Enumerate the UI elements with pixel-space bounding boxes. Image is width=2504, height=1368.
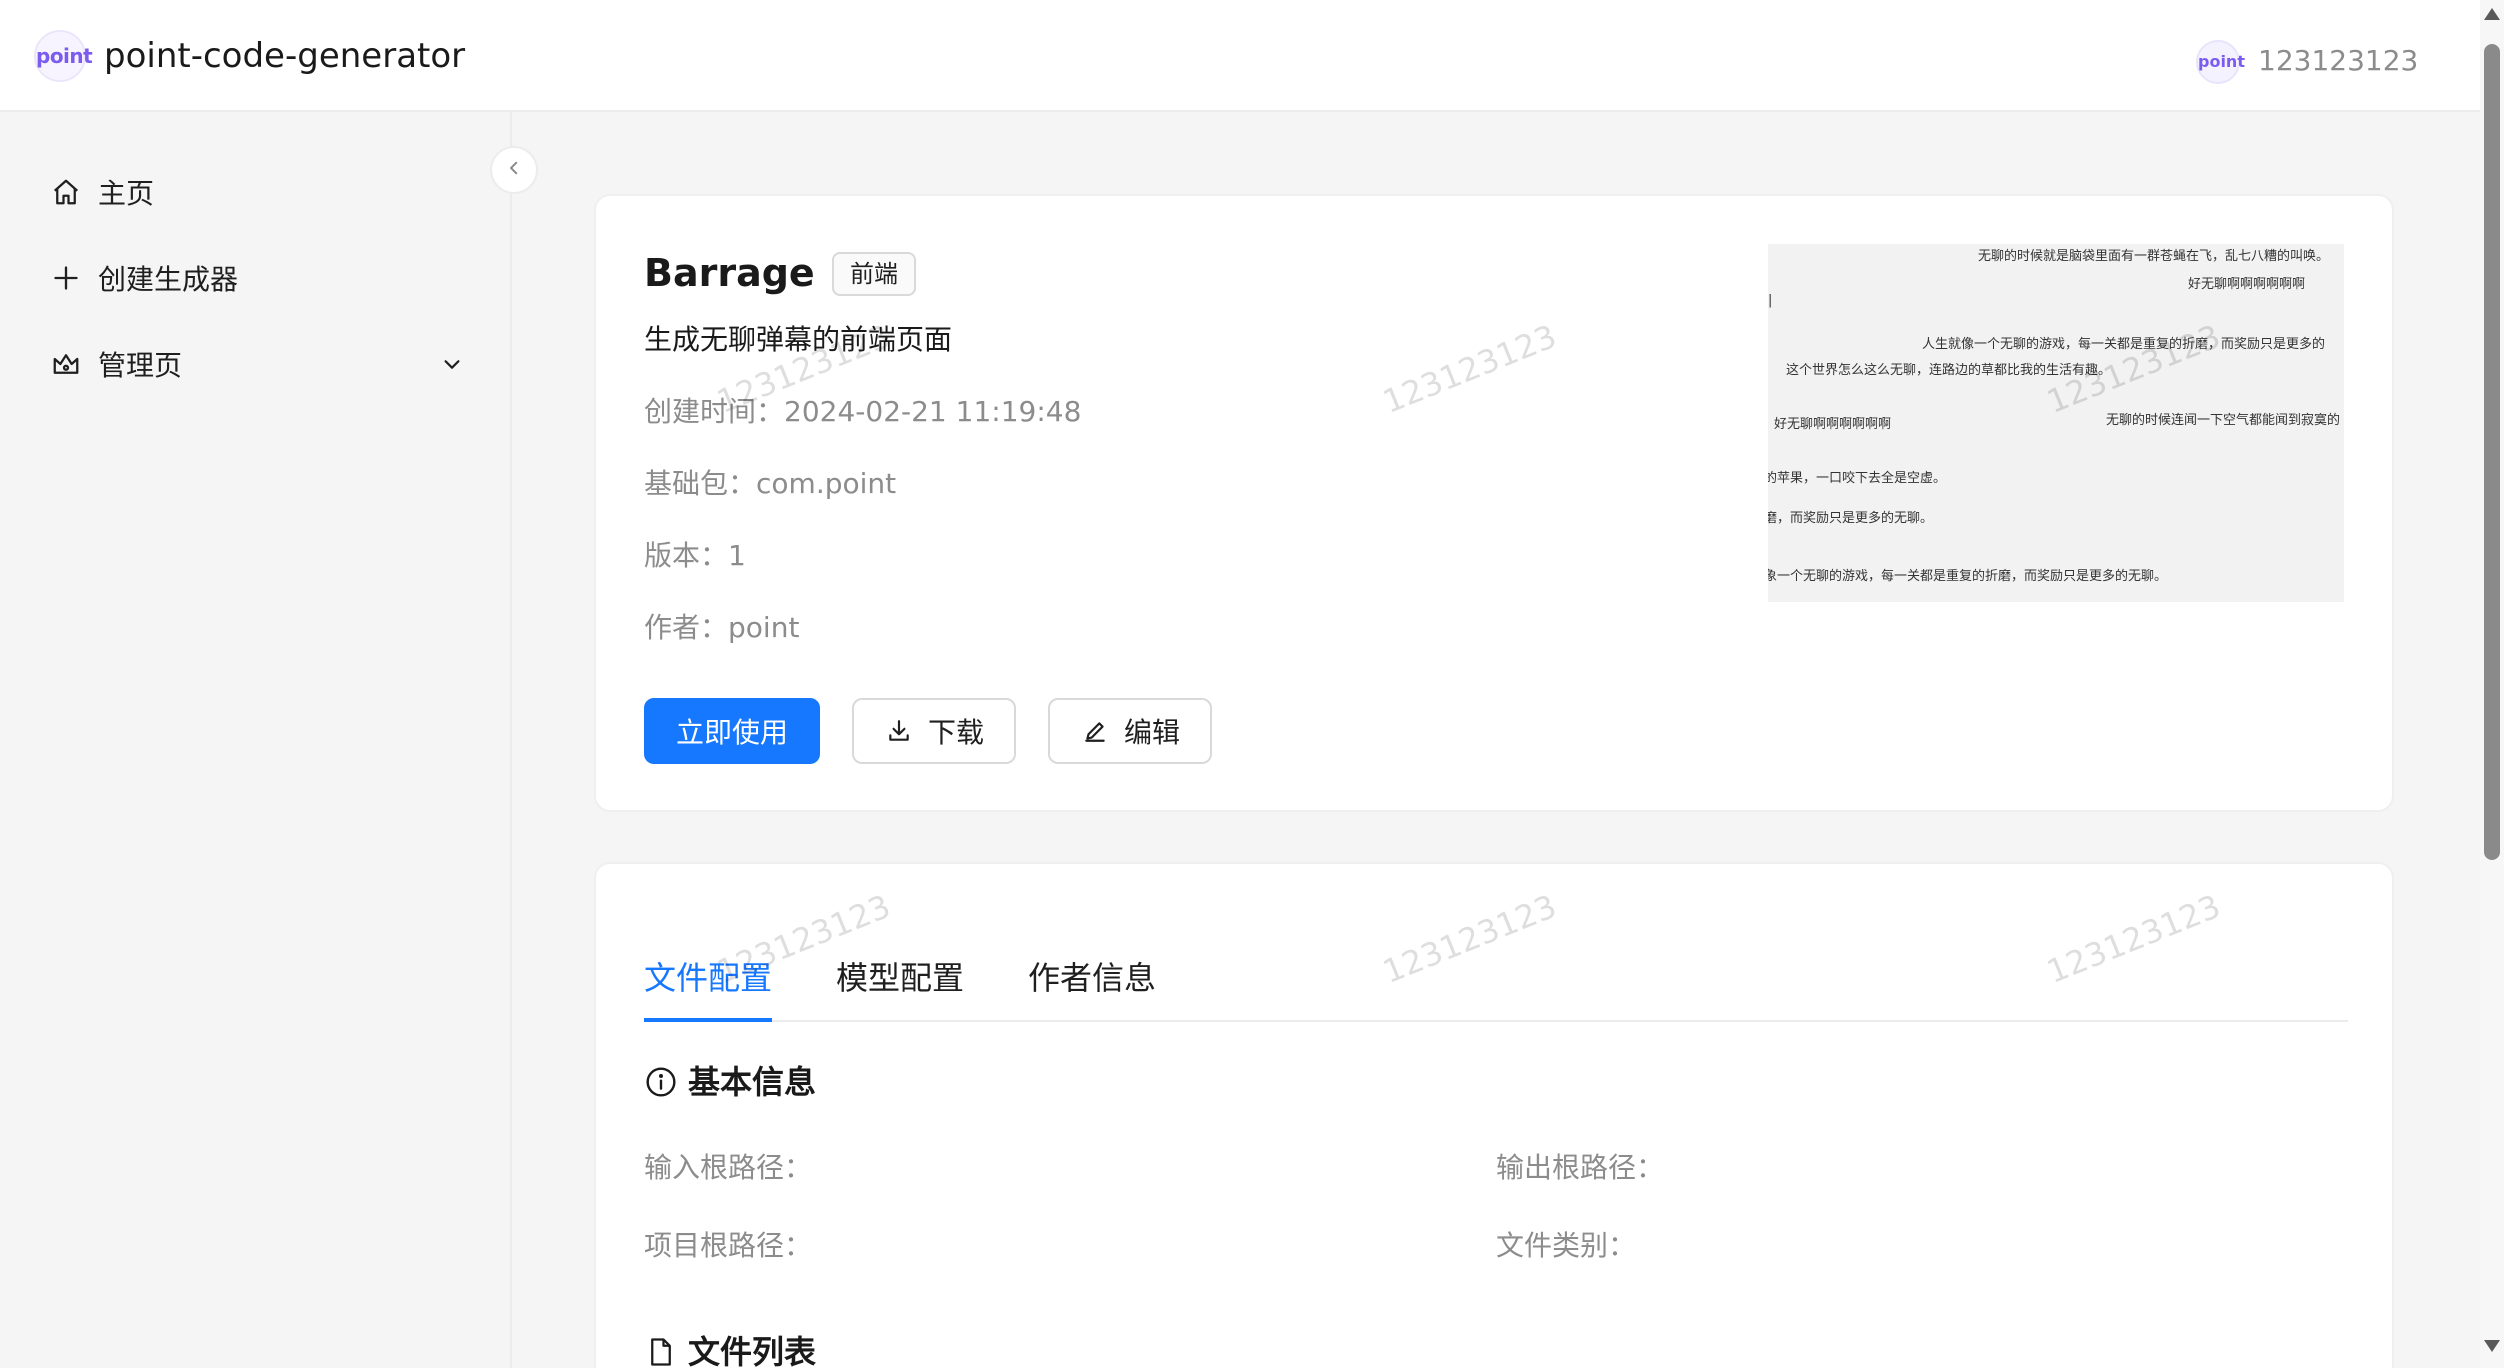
page-scrollbar[interactable] bbox=[2480, 0, 2504, 1368]
barrage-line: 好无聊啊啊啊啊啊啊 bbox=[1774, 417, 1892, 432]
barrage-line: 的苹果，一口咬下去全是空虚。 bbox=[1768, 471, 1947, 486]
download-label: 下载 bbox=[927, 716, 984, 749]
input-root-label: 输入根路径： bbox=[644, 1151, 813, 1184]
download-button[interactable]: 下载 bbox=[852, 698, 1016, 764]
file-icon bbox=[644, 1335, 678, 1368]
version-row: 版本：1 bbox=[644, 536, 746, 576]
scroll-down-arrow-icon[interactable] bbox=[2484, 1340, 2500, 1352]
sidebar-item-create-generator[interactable]: 创建生成器 bbox=[48, 248, 468, 308]
barrage-line: 好无聊啊啊啊啊啊啊 bbox=[2188, 277, 2306, 292]
crown-icon bbox=[48, 346, 84, 382]
author-row: 作者：point bbox=[644, 608, 799, 648]
base-package-label: 基础包： bbox=[644, 467, 757, 500]
active-tab-indicator bbox=[644, 1018, 772, 1022]
tab-author-info[interactable]: 作者信息 bbox=[1028, 950, 1156, 1006]
config-tabs-card: 文件配置 模型配置 作者信息 基本信息 输入根路径： 输出根路径： 项目根路径：… bbox=[594, 862, 2394, 1368]
sidebar-item-home[interactable]: 主页 bbox=[48, 162, 468, 222]
barrage-line: 象一个无聊的游戏，每一关都是重复的折磨，而奖励只是更多的无聊。 bbox=[1768, 569, 2168, 584]
chevron-down-icon[interactable] bbox=[436, 348, 468, 380]
author-label: 作者： bbox=[644, 611, 729, 644]
version-value: 1 bbox=[728, 539, 746, 572]
username[interactable]: 123123123 bbox=[2258, 42, 2418, 80]
edit-button[interactable]: 编辑 bbox=[1048, 698, 1212, 764]
app-logo[interactable]: point bbox=[34, 30, 93, 82]
base-package-value: com.point bbox=[756, 467, 897, 500]
barrage-line: 无聊的时候连闻一下空气都能闻到寂寞的 bbox=[2106, 413, 2341, 428]
created-time-value: 2024-02-21 11:19:48 bbox=[784, 395, 1082, 428]
barrage-line: 无聊的时候就是脑袋里面有一群苍蝇在飞，乱七八糟的叫唤。 bbox=[1978, 249, 2330, 264]
tab-model-config[interactable]: 模型配置 bbox=[836, 950, 964, 1006]
basic-info-heading: 基本信息 bbox=[644, 1060, 816, 1104]
output-root-label: 输出根路径： bbox=[1496, 1151, 1665, 1184]
author-value: point bbox=[728, 611, 800, 644]
tab-file-config[interactable]: 文件配置 bbox=[644, 950, 772, 1006]
generator-name: Barrage bbox=[644, 251, 815, 295]
use-now-label: 立即使用 bbox=[675, 716, 788, 749]
sidebar-item-label: 主页 bbox=[98, 177, 155, 210]
edit-icon bbox=[1080, 716, 1110, 746]
created-time-row: 创建时间：2024-02-21 11:19:48 bbox=[644, 392, 1081, 432]
info-circle-icon bbox=[644, 1065, 678, 1099]
scrollbar-thumb[interactable] bbox=[2484, 44, 2500, 860]
config-tabs: 文件配置 模型配置 作者信息 bbox=[644, 944, 2348, 1022]
generator-info-card: Barrage 前端 生成无聊弹幕的前端页面 创建时间：2024-02-21 1… bbox=[594, 194, 2394, 812]
barrage-line: 磨，而奖励只是更多的无聊。 bbox=[1768, 511, 1934, 526]
generator-tag: 前端 bbox=[832, 252, 916, 296]
generator-description: 生成无聊弹幕的前端页面 bbox=[644, 323, 953, 356]
use-now-button[interactable]: 立即使用 bbox=[644, 698, 820, 764]
sidebar-collapse-button[interactable] bbox=[490, 146, 538, 194]
basic-info-title: 基本信息 bbox=[688, 1063, 817, 1101]
barrage-line: 人生就像一个无聊的游戏，每一关都是重复的折磨，而奖励只是更多的 bbox=[1922, 337, 2326, 352]
scroll-up-arrow-icon[interactable] bbox=[2484, 8, 2500, 20]
chevron-left-icon bbox=[505, 159, 523, 181]
home-icon bbox=[48, 174, 84, 210]
sidebar: 主页 创建生成器 管理页 bbox=[0, 112, 512, 1368]
download-icon bbox=[884, 716, 914, 746]
file-type-label: 文件类别： bbox=[1496, 1229, 1637, 1262]
edit-label: 编辑 bbox=[1123, 716, 1180, 749]
file-list-title: 文件列表 bbox=[688, 1333, 817, 1368]
base-package-row: 基础包：com.point bbox=[644, 464, 896, 504]
barrage-mark: | bbox=[1768, 293, 1773, 308]
version-label: 版本： bbox=[644, 539, 729, 572]
barrage-line: 这个世界怎么这么无聊，连路边的草都比我的生活有趣。 bbox=[1786, 363, 2112, 378]
sidebar-item-admin[interactable]: 管理页 bbox=[48, 334, 468, 394]
app-title[interactable]: point-code-generator bbox=[104, 34, 465, 78]
generator-preview-image[interactable]: 无聊的时候就是脑袋里面有一群苍蝇在飞，乱七八糟的叫唤。 好无聊啊啊啊啊啊啊 | … bbox=[1768, 244, 2344, 602]
plus-icon bbox=[48, 260, 84, 296]
top-header: point point-code-generator point 1231231… bbox=[0, 0, 2480, 112]
sidebar-item-label: 创建生成器 bbox=[98, 263, 239, 296]
user-avatar[interactable]: point bbox=[2196, 40, 2245, 84]
sidebar-item-label: 管理页 bbox=[98, 349, 183, 382]
created-time-label: 创建时间： bbox=[644, 395, 785, 428]
file-list-heading: 文件列表 bbox=[644, 1330, 816, 1368]
project-root-label: 项目根路径： bbox=[644, 1229, 813, 1262]
